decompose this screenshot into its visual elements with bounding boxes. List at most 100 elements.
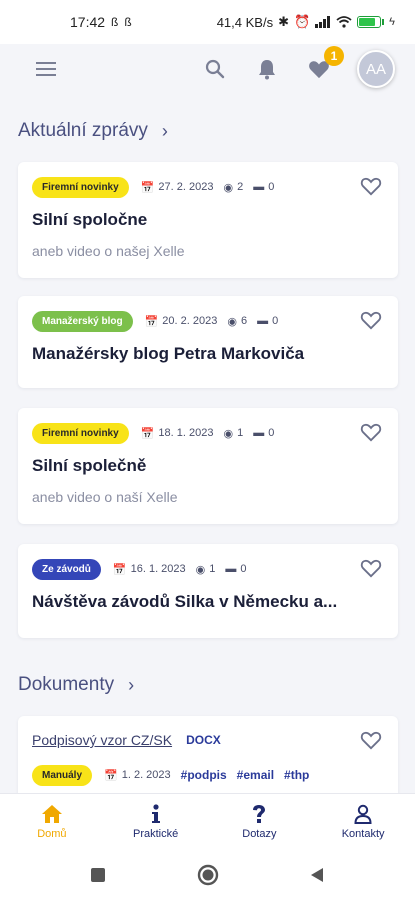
- comment-icon: ▬: [253, 181, 265, 193]
- net-speed: 41,4 KB/s: [216, 14, 274, 30]
- hashtag[interactable]: #email: [237, 768, 274, 782]
- nav-contacts[interactable]: Kontakty: [318, 804, 408, 840]
- heart-outline-icon: [360, 559, 382, 578]
- documents-section-header[interactable]: Dokumenty ›: [0, 666, 134, 704]
- news-date: 27. 2. 2023: [158, 181, 214, 193]
- eye-icon: ◉: [195, 563, 206, 576]
- heart-outline-icon: [360, 177, 382, 196]
- news-card[interactable]: Firemní novinky 📅 18. 1. 2023 ◉ 1 ▬ 0 Silní…: [18, 408, 398, 524]
- nav-label: Dotazy: [242, 828, 277, 840]
- system-navigation-bar: [0, 850, 415, 900]
- news-date: 18. 1. 2023: [158, 427, 214, 439]
- news-subtitle: aneb video o naší Xelle: [32, 489, 178, 505]
- view-count: 1: [237, 427, 244, 439]
- home-button[interactable]: [197, 864, 219, 886]
- news-title: Manažérsky blog Petra Markoviča: [32, 344, 305, 363]
- nav-home[interactable]: Domů: [7, 804, 97, 840]
- question-icon: [253, 805, 266, 823]
- nav-label: Praktické: [133, 828, 179, 840]
- calendar-icon: 📅: [112, 563, 127, 576]
- back-button[interactable]: [308, 866, 326, 884]
- comment-icon: ▬: [253, 427, 265, 439]
- main-content[interactable]: Aktuální zprávy › Firemní novinky 📅 27. 2…: [0, 94, 415, 793]
- heart-outline-icon: [360, 731, 382, 750]
- calendar-icon: 📅: [140, 427, 155, 440]
- menu-button[interactable]: [32, 55, 60, 83]
- sync-icon: ß: [111, 15, 119, 29]
- comment-icon: ▬: [225, 563, 237, 575]
- app-header: 1 AA: [0, 44, 415, 94]
- home-icon: [41, 805, 62, 823]
- status-time: 17:42: [70, 14, 106, 30]
- wifi-icon: [336, 16, 352, 28]
- news-title: Návštěva závodů Silka v Německu a...: [32, 592, 338, 611]
- battery-icon: [357, 16, 385, 28]
- category-tag[interactable]: Manuály: [32, 764, 93, 786]
- comment-count: 0: [240, 563, 247, 575]
- eye-icon: ◉: [223, 427, 234, 440]
- hashtag[interactable]: #podpis: [181, 768, 227, 782]
- document-extension: DOCX: [186, 733, 221, 747]
- avatar[interactable]: AA: [357, 50, 395, 88]
- document-card[interactable]: Podpisový vzor CZ/SK DOCX Manuály 📅 1. 2.…: [18, 716, 398, 793]
- signal-icon: [315, 16, 331, 28]
- calendar-icon: 📅: [144, 315, 159, 328]
- favorites-count-badge: 1: [324, 46, 344, 66]
- nav-label: Domů: [37, 828, 67, 840]
- calendar-icon: 📅: [140, 181, 155, 194]
- view-count: 2: [237, 181, 244, 193]
- eye-icon: ◉: [223, 181, 234, 194]
- chevron-right-icon: ›: [161, 120, 168, 141]
- info-icon: [151, 804, 160, 823]
- charging-icon: ϟ: [389, 16, 395, 28]
- alarm-icon: ⏰: [293, 14, 311, 29]
- heart-outline-icon: [360, 311, 382, 330]
- contact-icon: [354, 804, 372, 824]
- nav-practical[interactable]: Praktické: [111, 804, 201, 840]
- document-title[interactable]: Podpisový vzor CZ/SK: [32, 732, 172, 748]
- category-tag[interactable]: Ze závodů: [32, 558, 101, 580]
- comment-icon: ▬: [257, 315, 269, 327]
- documents-section-title: Dokumenty: [18, 674, 115, 695]
- news-section-header[interactable]: Aktuální zprávy ›: [0, 112, 168, 150]
- bottom-navigation: Domů Praktické Dotazy Kontakty: [0, 793, 415, 850]
- news-subtitle: aneb video o našej Xelle: [32, 243, 185, 259]
- news-date: 16. 1. 2023: [130, 563, 186, 575]
- news-title: Silní spoločne: [32, 210, 148, 229]
- hashtag[interactable]: #thp: [284, 768, 309, 782]
- category-tag[interactable]: Firemní novinky: [32, 422, 129, 444]
- recents-button[interactable]: [89, 866, 107, 884]
- favorite-toggle[interactable]: [360, 558, 382, 583]
- calendar-icon: 📅: [104, 769, 118, 782]
- search-icon: [205, 59, 225, 79]
- heart-outline-icon: [360, 423, 382, 442]
- eye-icon: ◉: [227, 315, 237, 328]
- favorites-button[interactable]: 1: [305, 46, 344, 83]
- document-date: 1. 2. 2023: [121, 769, 171, 781]
- comment-count: 0: [268, 427, 275, 439]
- bell-icon: [259, 60, 275, 80]
- news-card[interactable]: Manažerský blog 📅 20. 2. 2023 ◉ 6 ▬ 0 Manaž…: [18, 296, 398, 388]
- chevron-right-icon: ›: [128, 674, 135, 695]
- view-count: 1: [209, 563, 216, 575]
- category-tag[interactable]: Manažerský blog: [32, 310, 133, 332]
- menu-icon: [36, 62, 56, 76]
- bluetooth-icon: ✱: [278, 14, 289, 29]
- news-date: 20. 2. 2023: [162, 315, 218, 327]
- sync-icon: ß: [124, 15, 132, 29]
- nav-label: Kontakty: [341, 828, 385, 840]
- news-title: Silní společně: [32, 456, 147, 475]
- comment-count: 0: [272, 315, 279, 327]
- status-bar: 17:42 ß ß 41,4 KB/s ✱ ⏰ ϟ: [0, 0, 415, 44]
- search-button[interactable]: [201, 55, 229, 83]
- category-tag[interactable]: Firemní novinky: [32, 176, 129, 198]
- favorite-toggle[interactable]: [360, 310, 382, 335]
- favorite-toggle[interactable]: [360, 176, 382, 201]
- favorite-toggle[interactable]: [360, 730, 382, 755]
- news-card[interactable]: Firemní novinky 📅 27. 2. 2023 ◉ 2 ▬ 0 Silní…: [18, 162, 398, 278]
- nav-questions[interactable]: Dotazy: [214, 804, 304, 840]
- favorite-toggle[interactable]: [360, 422, 382, 447]
- comment-count: 0: [268, 181, 275, 193]
- notifications-button[interactable]: [253, 55, 281, 83]
- news-card[interactable]: Ze závodů 📅 16. 1. 2023 ◉ 1 ▬ 0 Návštěva zá…: [18, 544, 398, 638]
